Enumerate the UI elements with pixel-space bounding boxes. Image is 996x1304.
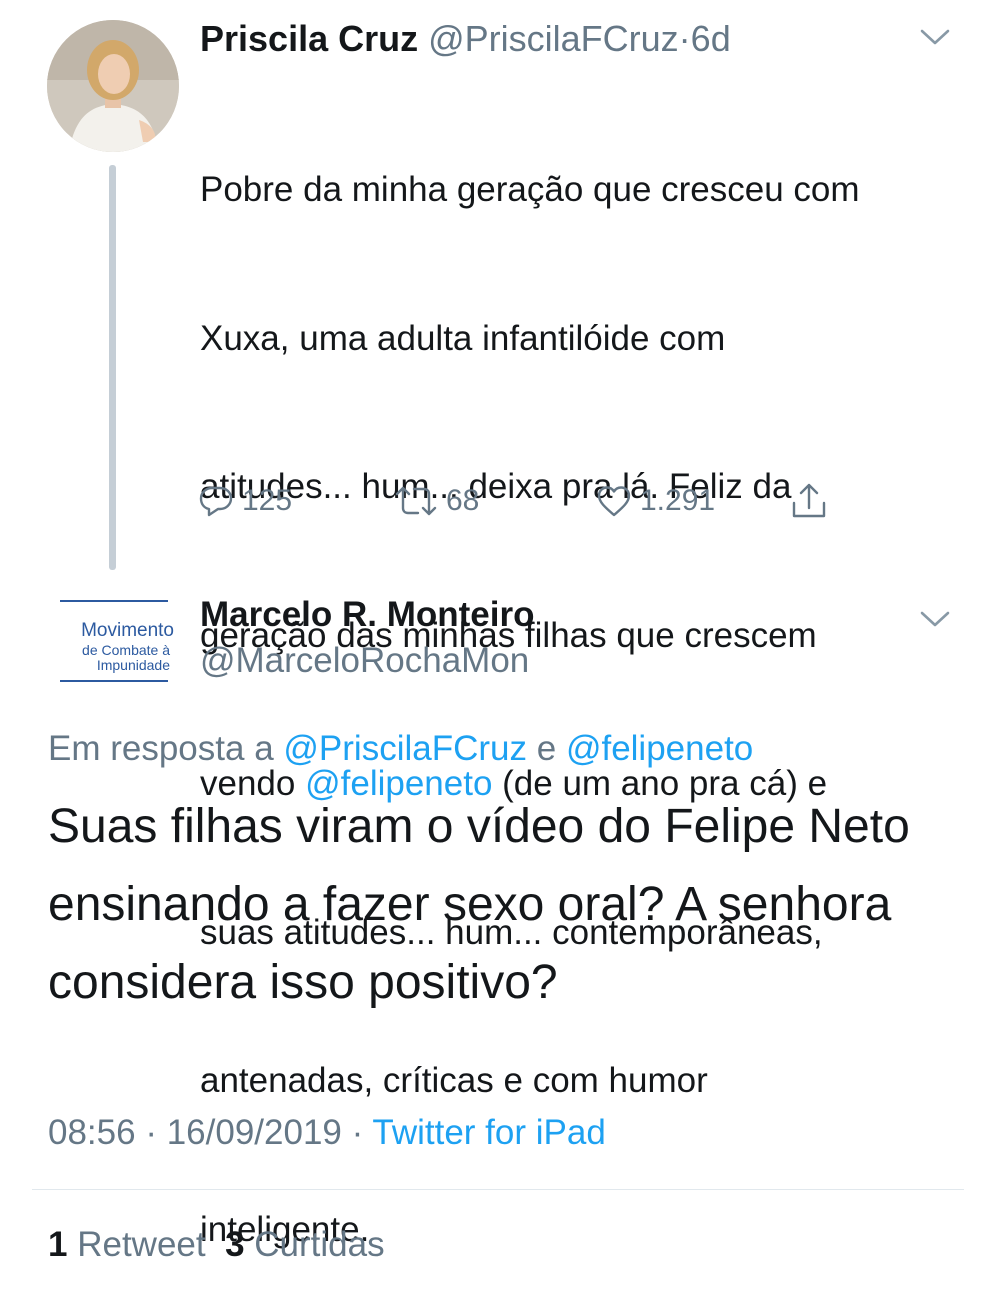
retweet-label: Retweet: [77, 1225, 206, 1264]
tweet-meta: 08:56 · 16/09/2019 · Twitter for iPad: [48, 1110, 606, 1156]
author-name[interactable]: Marcelo R. Monteiro: [200, 592, 534, 638]
like-button[interactable]: 1.291: [596, 478, 715, 524]
tweet2-text: Suas filhas viram o vídeo do Felipe Neto…: [48, 788, 968, 1022]
reply-button[interactable]: 125: [198, 478, 292, 524]
chevron-down-icon[interactable]: [918, 608, 952, 630]
separator-dot: ·: [678, 18, 691, 59]
like-total: 3: [225, 1225, 245, 1264]
reply-count: 125: [242, 484, 293, 517]
author-handle[interactable]: @MarceloRochaMon: [200, 638, 529, 684]
tweet-line: antenadas, críticas e com humor: [200, 1061, 708, 1100]
separator-dot: ·: [145, 1113, 157, 1152]
share-button[interactable]: [790, 478, 828, 524]
share-icon: [792, 483, 826, 518]
divider: [32, 1189, 964, 1190]
mention-link[interactable]: @felipeneto: [566, 729, 753, 768]
tweet-line: considera isso positivo?: [48, 956, 558, 1009]
author-name[interactable]: Priscila Cruz: [200, 18, 418, 59]
reply-conjunction: e: [536, 729, 557, 768]
tweet-line: ensinando a fazer sexo oral? A senhora: [48, 878, 892, 931]
retweet-total: 1: [48, 1225, 68, 1264]
logo-bottom-rule: [60, 680, 168, 682]
logo-text: Movimento: [81, 620, 174, 641]
logo-top-rule: [60, 600, 168, 602]
avatar-marcelo[interactable]: Movimento de Combate à Impunidade: [48, 590, 180, 694]
mention-link[interactable]: @PriscilaFCruz: [283, 729, 527, 768]
like-count: 1.291: [640, 484, 716, 517]
tweet-timestamp[interactable]: 6d: [691, 18, 731, 59]
tweet1-actions: 125 68 1.291: [198, 478, 848, 524]
heart-icon: [597, 486, 631, 517]
source-link[interactable]: Twitter for iPad: [372, 1113, 605, 1152]
tweet1-header: Priscila Cruz @PriscilaFCruz·6d: [200, 16, 731, 62]
chevron-down-icon[interactable]: [918, 26, 952, 48]
separator-dot: ·: [351, 1113, 364, 1152]
reply-context: Em resposta a @PriscilaFCruz e @felipene…: [48, 726, 753, 772]
tweet-line: Pobre da minha geração que cresceu com: [200, 170, 860, 209]
avatar-priscila[interactable]: [47, 20, 179, 152]
like-label: Curtidas: [254, 1225, 385, 1264]
author-handle[interactable]: @PriscilaFCruz: [428, 18, 679, 59]
retweet-count: 68: [446, 484, 480, 517]
logo-text: de Combate à: [82, 642, 170, 658]
tweet-line: Xuxa, uma adulta infantilóide com: [200, 318, 726, 358]
retweet-icon: [395, 486, 437, 516]
reply-icon: [199, 486, 233, 517]
tweet-date: 16/09/2019: [166, 1113, 342, 1152]
retweet-button[interactable]: 68: [394, 478, 479, 524]
likes-stat[interactable]: 3 Curtidas: [225, 1225, 385, 1264]
avatar-photo: [47, 20, 179, 152]
reply-prefix: Em resposta a: [48, 729, 274, 768]
retweets-stat[interactable]: 1 Retweet: [48, 1225, 206, 1264]
tweet-line: Suas filhas viram o vídeo do Felipe Neto: [48, 800, 910, 853]
thread-line: [109, 165, 116, 570]
logo-text: Impunidade: [96, 657, 170, 673]
tweet-time: 08:56: [48, 1113, 136, 1152]
tweet-stats: 1 Retweet 3 Curtidas: [48, 1222, 385, 1268]
